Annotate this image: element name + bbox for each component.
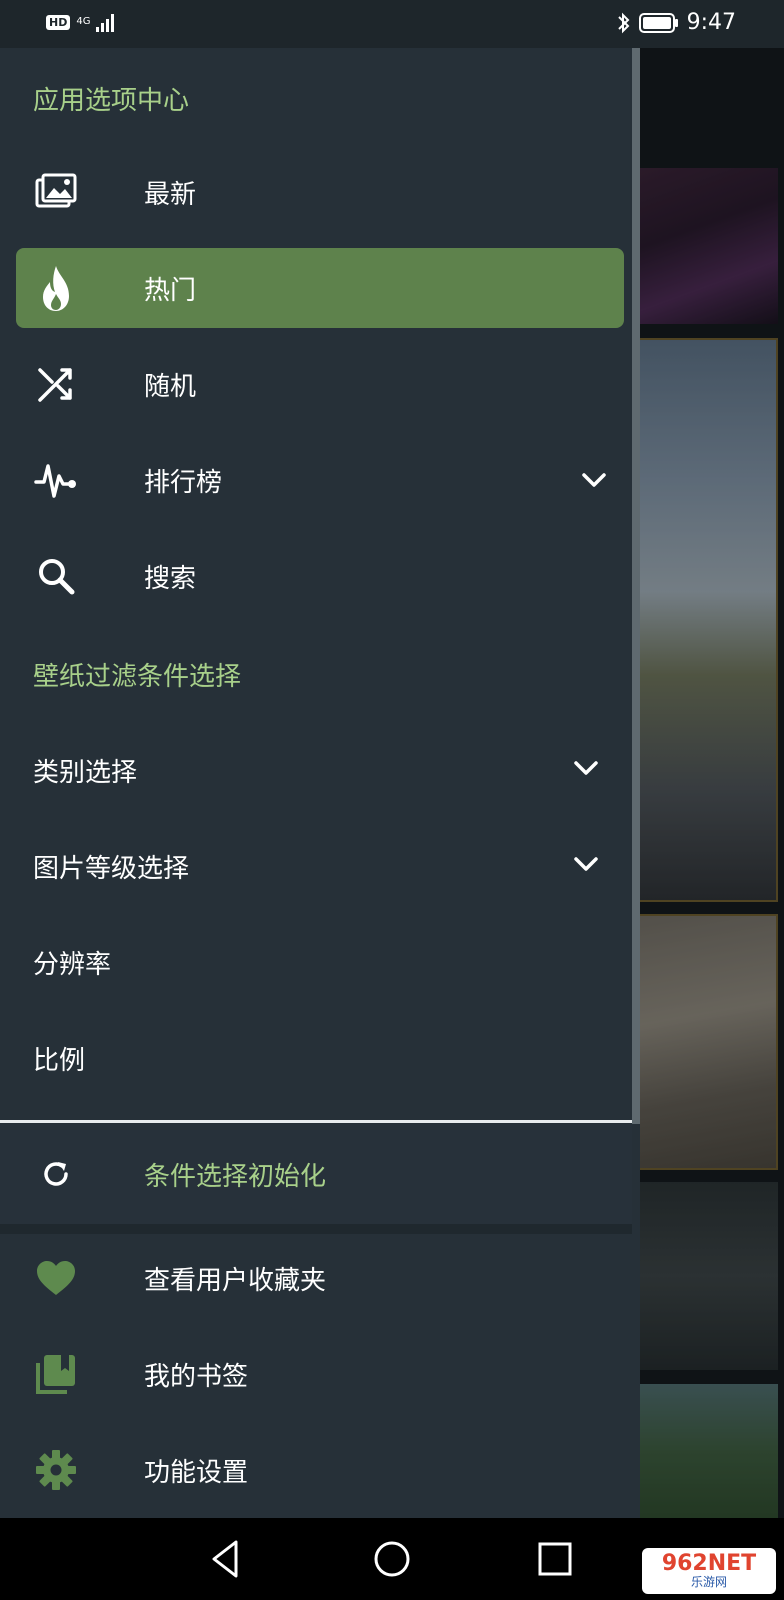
menu-item-search[interactable]: 搜索 [16,536,624,616]
hd-icon: HD [46,14,71,30]
menu-item-ranking[interactable]: 排行榜 [16,440,624,520]
system-navigation-bar: 962NET 乐游网 [0,1518,784,1600]
gear-icon [34,1448,78,1492]
network-label: 4G [76,16,91,27]
bluetooth-icon [617,12,630,33]
menu-item-favorites[interactable]: 查看用户收藏夹 [16,1238,624,1318]
signal-icon [96,14,115,32]
pulse-icon [34,458,78,502]
recents-icon[interactable] [532,1536,578,1582]
flame-icon [34,266,78,311]
status-right: 9:47 [617,10,736,35]
section-title-filter: 壁纸过滤条件选择 [33,662,242,692]
images-icon [34,170,78,214]
section-title-app: 应用选项中心 [33,86,190,116]
menu-item-label: 随机 [144,371,197,402]
filter-resolution[interactable]: 分辨率 [0,920,632,1000]
refresh-icon [34,1152,78,1196]
reset-filters-button[interactable]: 条件选择初始化 [16,1134,624,1214]
menu-item-label: 查看用户收藏夹 [144,1265,327,1296]
filter-purity[interactable]: 图片等级选择 [0,824,632,904]
watermark-brand: 962NET [661,1551,757,1576]
menu-item-label: 功能设置 [144,1457,249,1488]
menu-item-settings[interactable]: 功能设置 [16,1430,624,1510]
drawer-scrollbar[interactable] [632,48,640,1124]
menu-item-label: 我的书签 [144,1361,249,1392]
search-icon [34,554,78,598]
section-separator [0,1224,632,1234]
divider [0,1120,632,1123]
reset-label: 条件选择初始化 [144,1161,327,1192]
menu-item-label: 最新 [144,179,197,210]
clock: 9:47 [686,10,736,35]
chevron-down-icon[interactable] [572,754,600,782]
bookmarks-icon [34,1352,78,1396]
chevron-down-icon[interactable] [580,466,608,494]
menu-item-latest[interactable]: 最新 [16,152,624,232]
menu-item-label: 搜索 [144,563,197,594]
battery-icon [638,12,678,33]
watermark-sub: 乐游网 [690,1575,727,1589]
filter-label: 分辨率 [33,950,112,980]
chevron-down-icon[interactable] [572,850,600,878]
filter-label: 图片等级选择 [33,854,190,884]
menu-item-random[interactable]: 随机 [16,344,624,424]
navigation-drawer: 应用选项中心 最新 热门 随机 排行榜 搜索 壁纸过滤条件选择 类别选择 图片等… [0,48,640,1518]
filter-category[interactable]: 类别选择 [0,728,632,808]
menu-item-hot[interactable]: 热门 [16,248,624,328]
filter-label: 类别选择 [33,758,138,788]
watermark-logo: 962NET 乐游网 [642,1548,776,1594]
shuffle-icon [34,362,78,406]
menu-item-label: 热门 [144,275,197,306]
menu-item-bookmarks[interactable]: 我的书签 [16,1334,624,1414]
status-left: HD 4G [46,12,118,32]
filter-label: 比例 [33,1046,86,1076]
back-icon[interactable] [204,1536,250,1582]
menu-item-label: 排行榜 [144,467,223,498]
heart-icon [34,1256,78,1300]
filter-ratio[interactable]: 比例 [0,1016,632,1096]
status-bar: HD 4G 9:47 [0,0,784,48]
home-icon[interactable] [369,1536,415,1582]
